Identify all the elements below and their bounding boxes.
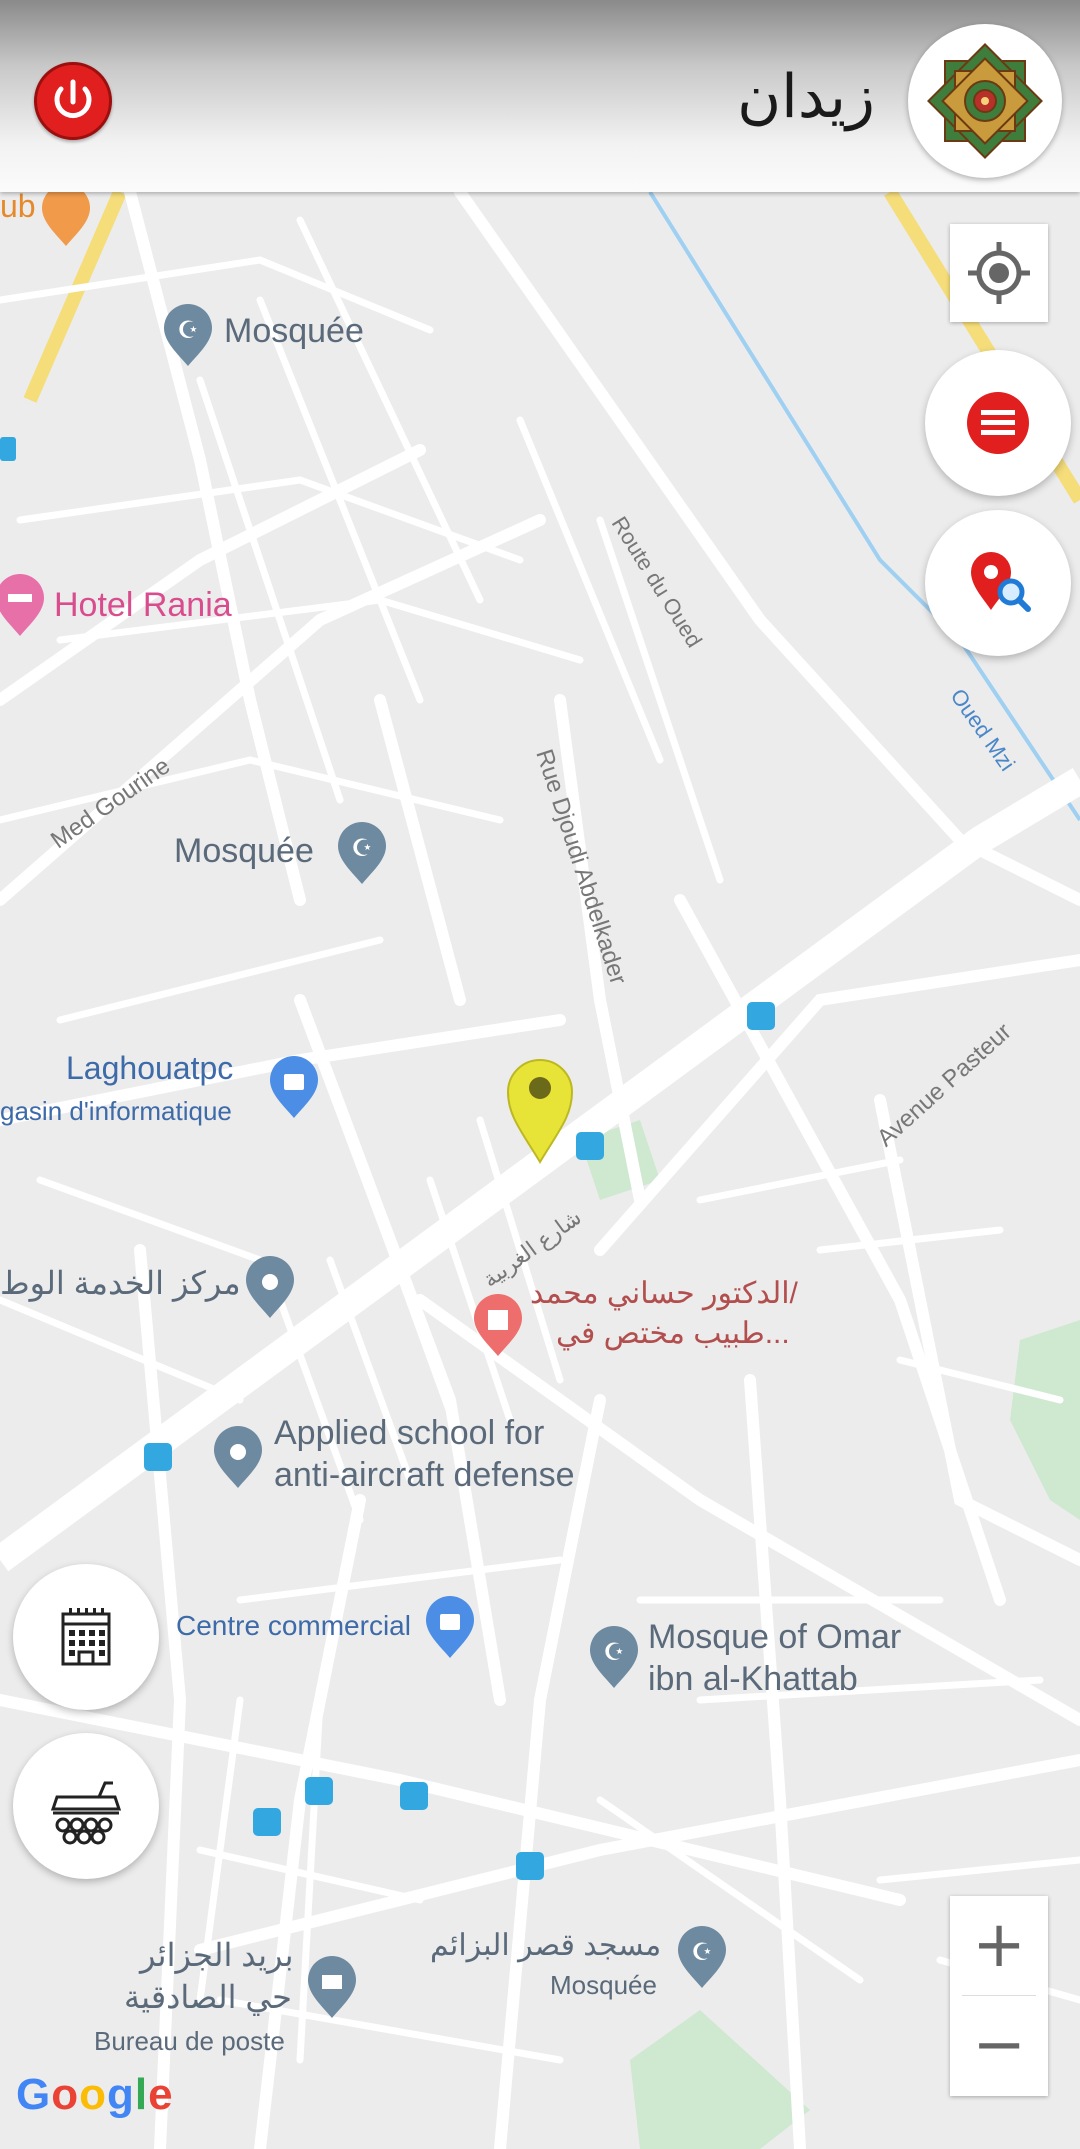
poi-label-hotel-rania[interactable]: Hotel Rania (54, 586, 232, 625)
poi-label-post-ar2: حي الصادقية (124, 1979, 292, 2015)
poi-label-laghouatpc[interactable]: Laghouatpc (66, 1050, 233, 1087)
svg-text:☪: ☪ (177, 316, 199, 344)
my-location-button[interactable] (950, 224, 1048, 322)
poi-label-post-fr: Bureau de poste (94, 2026, 285, 2056)
power-icon (54, 79, 92, 119)
poi-label-post-ar1[interactable]: بريد الجزائر (140, 1936, 294, 1974)
poi-label-laghouatpc-sub: gasin d'informatique (0, 1096, 232, 1126)
poi-label-doctor-1[interactable]: الدكتور حساني محمد/ (530, 1276, 798, 1311)
map-view[interactable]: ☪ ☪ ☪ ☪ ub Mosquée Hotel Rania Mosquée L… (0, 188, 1080, 2149)
app-logo[interactable] (908, 24, 1062, 178)
power-button[interactable] (34, 62, 112, 140)
search-location-button[interactable] (925, 510, 1071, 656)
app-header: زيدان (0, 0, 1080, 192)
poi-label-applied-school-1[interactable]: Applied school for (274, 1414, 544, 1453)
poi-label-centre-commercial[interactable]: Centre commercial (176, 1610, 411, 1642)
search-location-icon (971, 552, 1031, 612)
poi-label-mosque-north[interactable]: Mosquée (224, 312, 364, 351)
svg-text:☪: ☪ (691, 1938, 713, 1966)
map-roads: ☪ ☪ ☪ ☪ (0, 192, 1080, 2149)
poi-label-mosque-qasr-ar[interactable]: مسجد قصر البزائم (430, 1928, 661, 1963)
poi-label-applied-school-2: anti-aircraft defense (274, 1456, 575, 1494)
poi-label-ub: ub (0, 188, 36, 224)
my-location-icon (968, 242, 1030, 304)
building-button[interactable] (13, 1564, 159, 1710)
svg-text:☪: ☪ (603, 1638, 625, 1666)
poi-label-doctor-2: طبيب مختص في... (556, 1317, 790, 1350)
list-icon (967, 392, 1029, 454)
poi-label-mosque-omar-1[interactable]: Mosque of Omar (648, 1618, 901, 1657)
zoom-in-button[interactable]: + (950, 1896, 1048, 1994)
poi-label-mosque-qasr-fr: Mosquée (550, 1970, 657, 2000)
svg-text:☪: ☪ (351, 834, 373, 862)
poi-label-mosque-omar-2: ibn al-Khattab (648, 1660, 858, 1698)
building-icon (61, 1608, 111, 1666)
zoom-controls: + − (950, 1896, 1048, 2096)
ornament-logo-icon (927, 43, 1043, 159)
google-logo: Google (16, 2070, 174, 2119)
zoom-out-button[interactable]: − (950, 1996, 1048, 2094)
page-title: زيدان (737, 62, 875, 132)
list-button[interactable] (925, 350, 1071, 496)
poi-label-mosque-mid[interactable]: Mosquée (174, 832, 314, 871)
vehicle-button[interactable] (13, 1733, 159, 1879)
poi-label-service-center[interactable]: مركز الخدمة الوط (0, 1264, 241, 1302)
vehicle-icon (50, 1781, 122, 1845)
